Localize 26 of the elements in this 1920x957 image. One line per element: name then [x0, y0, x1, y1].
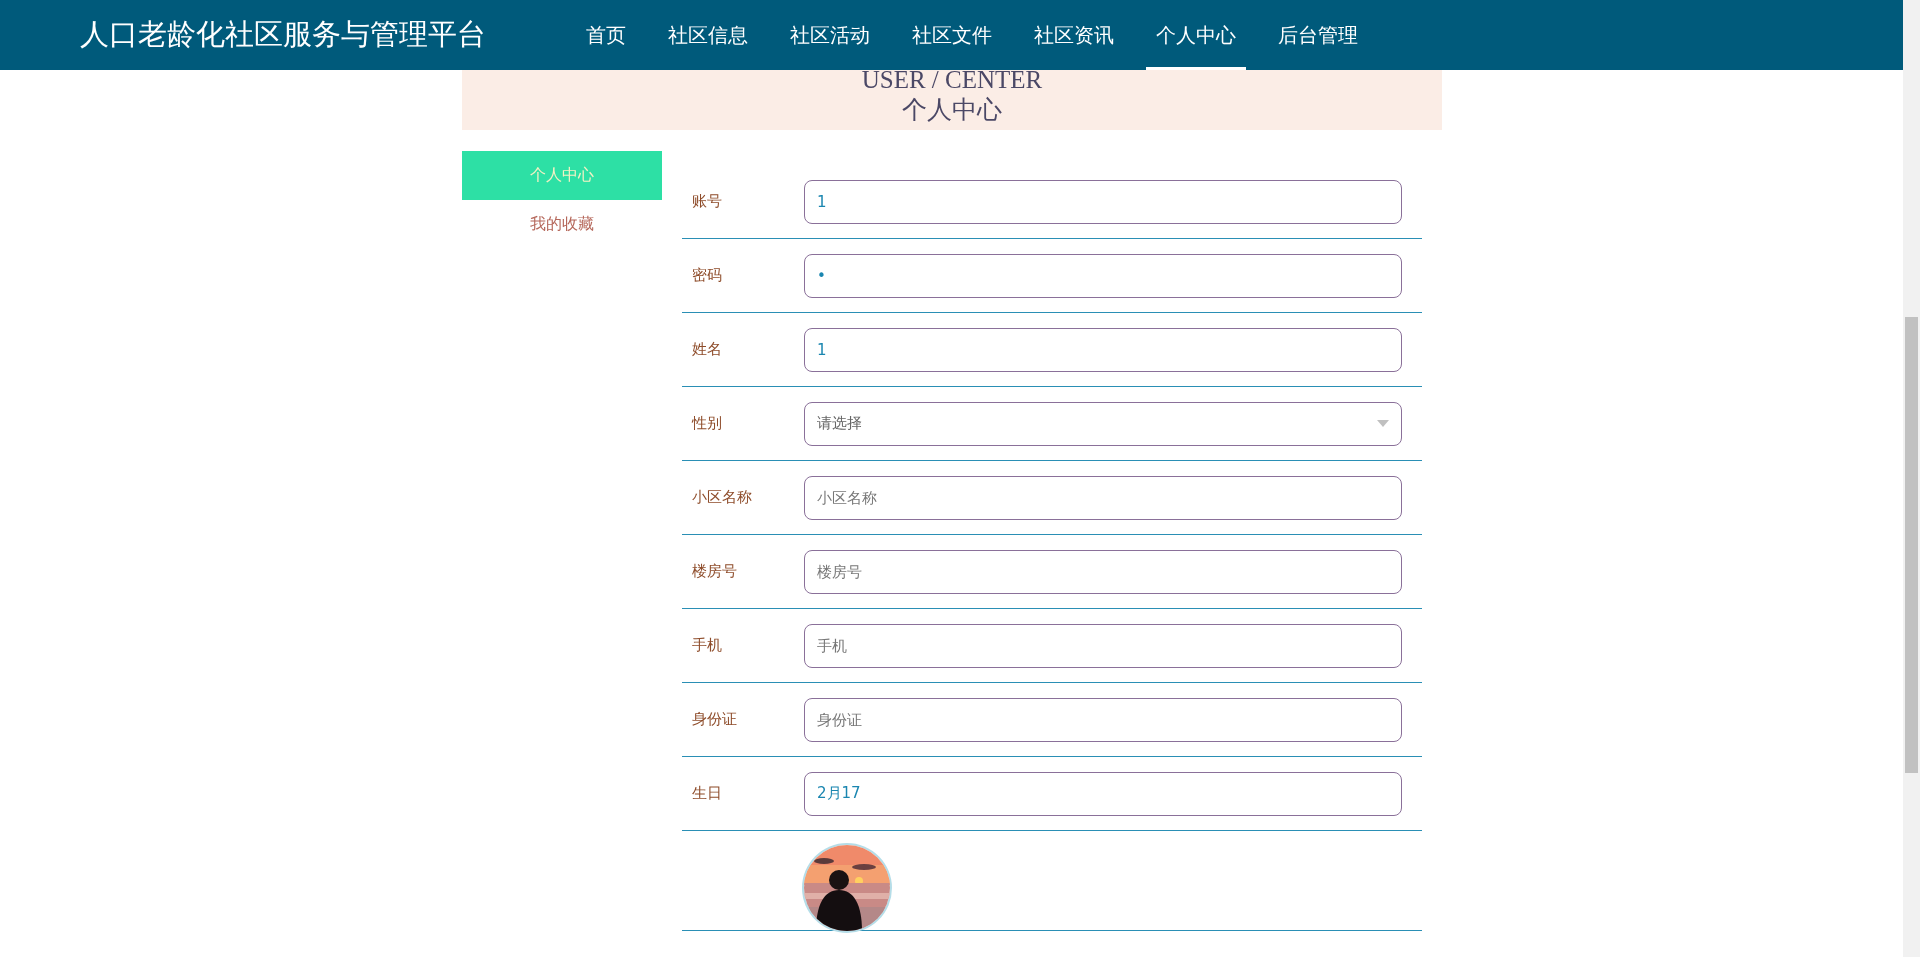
input-field[interactable]: 手机: [804, 623, 1402, 668]
field-label: 生日: [691, 784, 723, 803]
field-label: 手机: [691, 636, 723, 655]
caret-icon: [1377, 420, 1389, 427]
input-field[interactable]: 1: [804, 179, 1402, 224]
input-field[interactable]: 楼房号: [804, 549, 1402, 594]
input-field[interactable]: •: [804, 253, 1402, 298]
field-label: 身份证: [691, 710, 738, 729]
input-field[interactable]: 小区名称: [804, 475, 1402, 520]
field-label: 密码: [691, 266, 723, 285]
scrollbar[interactable]: [1903, 0, 1920, 957]
field-label: 账号: [691, 192, 723, 211]
field-label: 姓名: [691, 340, 723, 359]
select-field[interactable]: 请选择: [804, 401, 1402, 446]
field-label: 小区名称: [691, 488, 753, 507]
field-label: 楼房号: [691, 562, 738, 581]
site-title: 人口老龄化社区服务与管理平台: [80, 16, 487, 53]
input-field[interactable]: 身份证: [804, 697, 1402, 742]
input-field[interactable]: 2月17: [804, 771, 1402, 816]
input-field[interactable]: 1: [804, 327, 1402, 372]
sidebar-item[interactable]: 我的收藏: [462, 200, 662, 249]
nav-link[interactable]: 首页: [576, 0, 636, 70]
field-label: 性别: [690, 414, 723, 433]
nav-link[interactable]: 社区信息: [658, 0, 758, 70]
nav-link[interactable]: 后台管理: [1268, 0, 1368, 70]
banner-title: 个人中心: [902, 93, 1002, 126]
